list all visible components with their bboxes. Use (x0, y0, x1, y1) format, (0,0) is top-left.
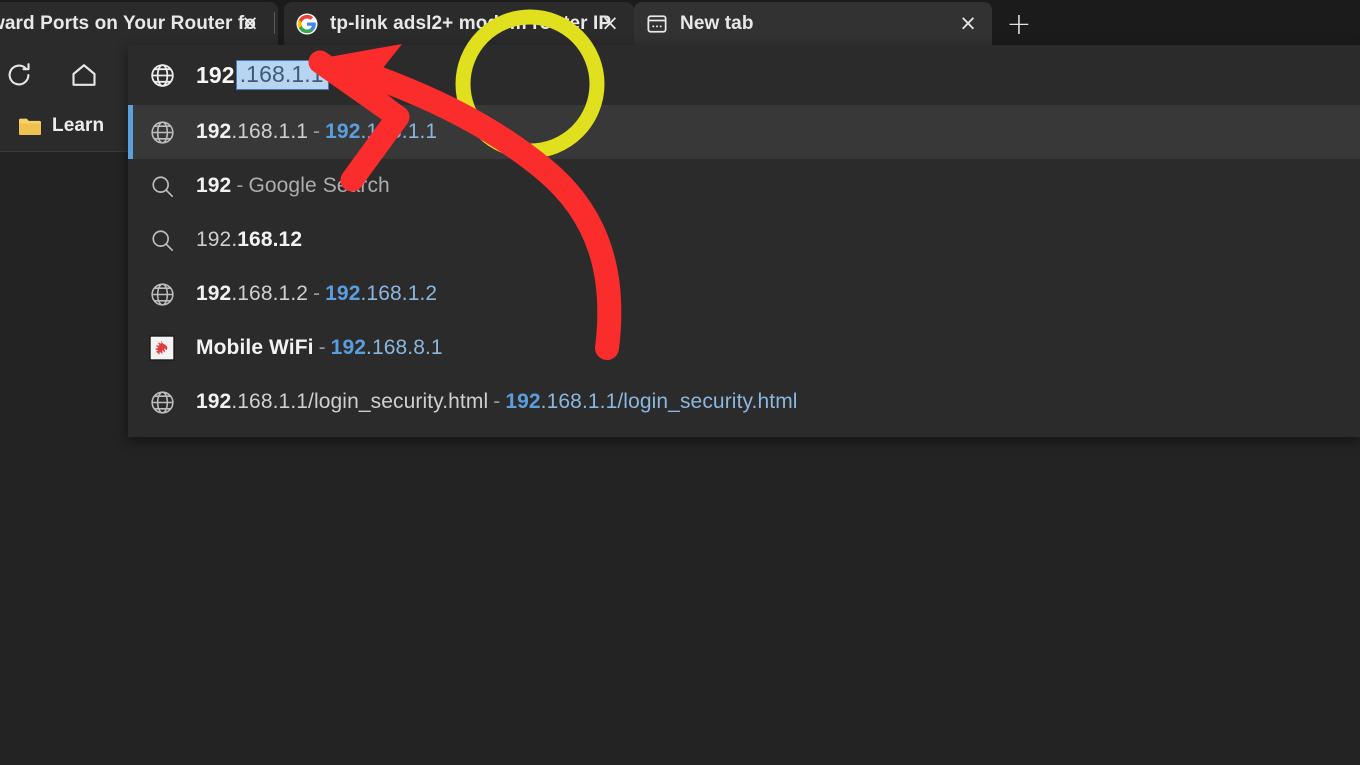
suggestion-text: Mobile WiFi -192.168.8.1 (196, 336, 443, 360)
suggestion-dash: - (313, 120, 321, 143)
tab-tplink[interactable]: tp-link adsl2+ modem router IP (284, 2, 634, 46)
tab-title: New tab (680, 13, 754, 34)
suggestion-dash: - (318, 336, 326, 359)
suggestion-row-5[interactable]: Mobile WiFi -192.168.8.1 (128, 321, 1360, 375)
suggestion-row-3[interactable]: 192.168.12 (128, 213, 1360, 267)
suggestion-title-match: 192. (196, 228, 238, 251)
globe-icon (147, 279, 177, 309)
suggestion-title-rest: .168.1.1/login_security.html (231, 390, 489, 413)
suggestion-url-match: 192 (325, 282, 361, 305)
suggestion-row-2[interactable]: 192- Google Search (128, 159, 1360, 213)
suggestion-url-match: 192 (505, 390, 541, 413)
suggestion-url-match: 192 (325, 120, 361, 143)
suggestion-text: 192- Google Search (196, 174, 390, 198)
tab-close-button[interactable]: × (237, 10, 263, 36)
search-icon (147, 225, 177, 255)
tab-new-tab[interactable]: New tab (634, 2, 992, 46)
suggestion-text: 192.168.1.1-192.168.1.1 (196, 120, 437, 144)
address-bar-suggestions-dropdown: 192.168.1.1 192.168.1.1-192.168.1.1 192 … (128, 45, 1360, 437)
suggestion-title-rest: .168.1.1 (231, 120, 309, 143)
suggestion-title-rest: 168.12 (237, 228, 303, 251)
globe-icon (147, 60, 177, 90)
tab-title: ward Ports on Your Router fo (0, 13, 256, 34)
suggestion-title-match: 192 (196, 120, 232, 143)
browser-window: InPrivate search with Microsoft Bing war… (0, 0, 1360, 765)
suggestion-row-6[interactable]: 192.168.1.1/login_security.html -192.168.… (128, 375, 1360, 429)
tab-divider (274, 12, 275, 34)
bookmark-learn[interactable]: Learn (18, 111, 104, 141)
bookmark-label: Learn (52, 115, 105, 136)
address-bar-text: 192.168.1.1 (196, 60, 329, 90)
suggestion-url-rest: .168.1.1 (360, 120, 438, 143)
suggestion-title-match: 192 (196, 282, 232, 305)
folder-icon (18, 117, 42, 136)
tab-close-button[interactable]: × (955, 10, 981, 36)
suggestion-url-rest: .168.8.1 (366, 336, 443, 359)
suggestion-title-rest: .168.1.2 (231, 282, 309, 305)
newtab-favicon (646, 13, 668, 35)
home-icon[interactable] (65, 56, 103, 94)
suggestion-url-match: 192 (330, 336, 367, 359)
google-favicon (296, 13, 318, 35)
suggestion-title-match: Mobile WiFi (196, 336, 314, 359)
tab-title: tp-link adsl2+ modem router IP (330, 13, 612, 34)
refresh-icon[interactable] (0, 56, 38, 94)
globe-icon (147, 117, 177, 147)
suggestion-title-match: 192 (196, 390, 232, 413)
suggestion-dash: - (313, 282, 321, 305)
suggestion-url-rest: .168.1.1/login_security.html (540, 390, 798, 413)
search-icon (147, 171, 177, 201)
suggestion-engine: Google Search (248, 174, 390, 197)
suggestion-dash: - (493, 390, 501, 413)
new-tab-button[interactable]: + (1002, 8, 1036, 42)
suggestion-title-match: 192 (196, 174, 232, 197)
address-bar-autocomplete-selection: .168.1.1 (235, 60, 329, 90)
address-bar-input-row[interactable]: 192.168.1.1 (128, 45, 1360, 105)
address-bar-typed: 192 (196, 61, 235, 88)
suggestion-text: 192.168.1.2-192.168.1.2 (196, 282, 437, 306)
mobilewifi-favicon (147, 333, 177, 363)
suggestion-row-1[interactable]: 192.168.1.1-192.168.1.1 (128, 105, 1360, 159)
tab-close-button[interactable]: × (597, 10, 623, 36)
suggestion-row-4[interactable]: 192.168.1.2-192.168.1.2 (128, 267, 1360, 321)
suggestion-text: 192.168.1.1/login_security.html -192.168.… (196, 390, 798, 414)
suggestion-url-rest: .168.1.2 (360, 282, 438, 305)
suggestion-dash: - (236, 174, 244, 197)
suggestion-text: 192.168.12 (196, 228, 302, 252)
globe-icon (147, 387, 177, 417)
